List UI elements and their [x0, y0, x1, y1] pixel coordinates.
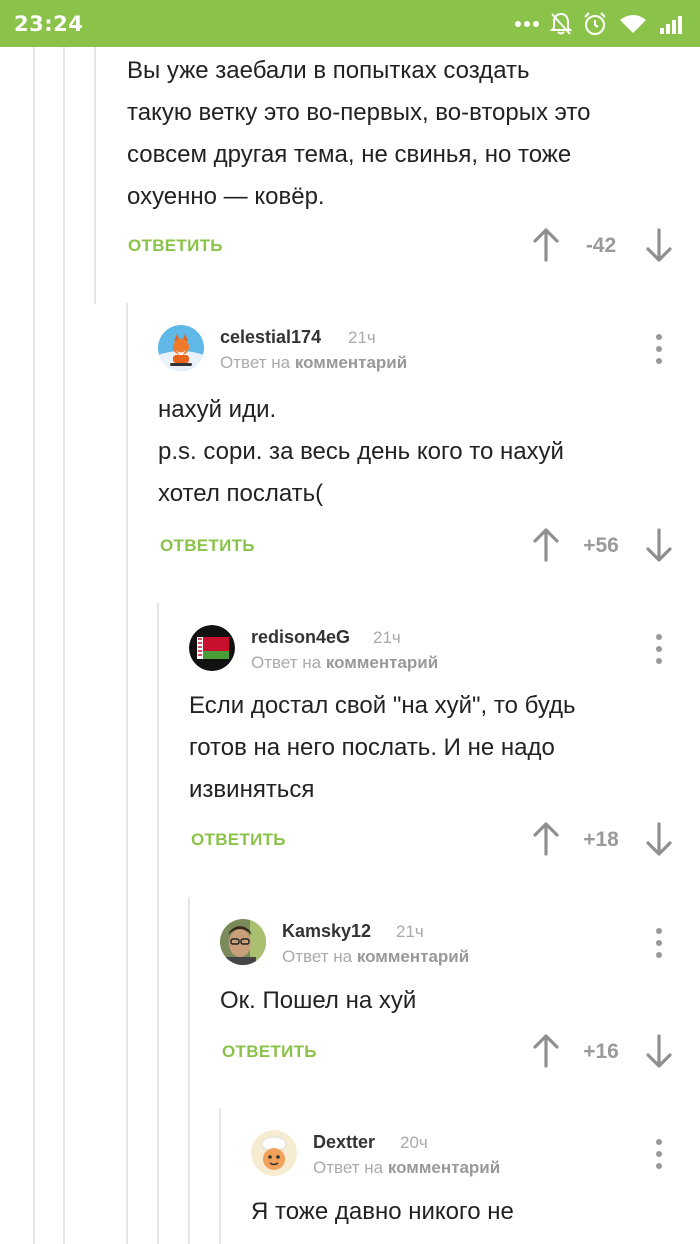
downvote-arrow-icon[interactable]: [644, 822, 674, 856]
upvote-arrow-icon[interactable]: [531, 1034, 561, 1068]
comment-rating: -42: [585, 234, 617, 257]
more-dots-icon: [515, 20, 539, 27]
reply-to-info: Ответ на комментарий: [251, 653, 438, 673]
status-time: 23:24: [14, 11, 84, 36]
comment-header: Dextter 20ч Ответ на комментарий: [251, 1130, 681, 1180]
more-menu-icon[interactable]: [647, 925, 671, 961]
thread-line-4: [126, 303, 128, 1244]
upvote-arrow-icon[interactable]: [531, 528, 561, 562]
more-menu-icon[interactable]: [647, 331, 671, 367]
reply-button[interactable]: ОТВЕТИТЬ: [191, 830, 286, 850]
reply-to-prefix: Ответ на: [251, 653, 322, 672]
reply-to-link[interactable]: комментарий: [326, 653, 438, 672]
reply-button[interactable]: ОТВЕТИТЬ: [128, 236, 223, 256]
reply-to-info: Ответ на комментарий: [313, 1158, 500, 1178]
status-icons: [514, 11, 686, 37]
comment-text: нахуй иди. p.s. сори. за весь день кого …: [158, 396, 564, 507]
comment-time: 20ч: [400, 1133, 428, 1152]
comment-text: Если достал свой "на хуй", то будь готов…: [189, 692, 576, 803]
username[interactable]: celestial174: [220, 327, 321, 348]
username[interactable]: Dextter: [313, 1132, 375, 1153]
fox-avatar-icon[interactable]: [158, 325, 204, 371]
thread-line-5: [157, 603, 159, 1244]
status-bar: 23:24: [0, 0, 700, 47]
comment-actions: ОТВЕТИТЬ +18: [0, 822, 700, 862]
downvote-arrow-icon[interactable]: [644, 228, 674, 262]
photo-avatar-icon[interactable]: [220, 919, 266, 965]
alarm-icon: [584, 11, 606, 35]
wifi-icon: [620, 14, 646, 33]
comment-header: Kamsky12 21ч Ответ на комментарий: [220, 919, 680, 969]
reply-to-info: Ответ на комментарий: [282, 947, 469, 967]
comment-rating: +18: [583, 828, 619, 851]
comment-actions: ОТВЕТИТЬ -42: [0, 228, 700, 268]
more-menu-icon[interactable]: [647, 1136, 671, 1172]
username[interactable]: Kamsky12: [282, 921, 371, 942]
reply-to-link[interactable]: комментарий: [295, 353, 407, 372]
reply-to-prefix: Ответ на: [282, 947, 353, 966]
comment-header: redison4eG 21ч Ответ на комментарий: [189, 625, 679, 675]
reply-to-link[interactable]: комментарий: [357, 947, 469, 966]
comment-time: 21ч: [373, 628, 401, 647]
more-menu-icon[interactable]: [647, 631, 671, 667]
downvote-arrow-icon[interactable]: [644, 528, 674, 562]
reply-button[interactable]: ОТВЕТИТЬ: [160, 536, 255, 556]
notifications-off-icon: [550, 12, 572, 35]
comment-rating: +16: [583, 1040, 619, 1063]
reply-to-link[interactable]: комментарий: [388, 1158, 500, 1177]
reply-to-prefix: Ответ на: [313, 1158, 384, 1177]
reply-to-info: Ответ на комментарий: [220, 353, 407, 373]
comment-text: Я тоже давно никого не: [251, 1198, 514, 1225]
belarus-flag-avatar-icon[interactable]: [189, 625, 235, 671]
comment-time: 21ч: [396, 922, 424, 941]
cartoon-avatar-icon[interactable]: [251, 1130, 297, 1176]
comment-time: 21ч: [348, 328, 376, 347]
comment-actions: ОТВЕТИТЬ +56: [0, 528, 700, 568]
thread-line-7: [219, 1108, 221, 1244]
upvote-arrow-icon[interactable]: [531, 822, 561, 856]
signal-icon: [660, 15, 682, 34]
username[interactable]: redison4eG: [251, 627, 350, 648]
comment-rating: +56: [583, 534, 619, 557]
reply-to-prefix: Ответ на: [220, 353, 291, 372]
comment-actions: ОТВЕТИТЬ +16: [0, 1034, 700, 1074]
comment-header: celestial174 21ч Ответ на комментарий: [158, 325, 678, 375]
reply-button[interactable]: ОТВЕТИТЬ: [222, 1042, 317, 1062]
upvote-arrow-icon[interactable]: [531, 228, 561, 262]
downvote-arrow-icon[interactable]: [644, 1034, 674, 1068]
comment-text: Ок. Пошел на хуй: [220, 987, 417, 1014]
comment-text: Вы уже заебали в попытках создать такую …: [127, 57, 591, 210]
